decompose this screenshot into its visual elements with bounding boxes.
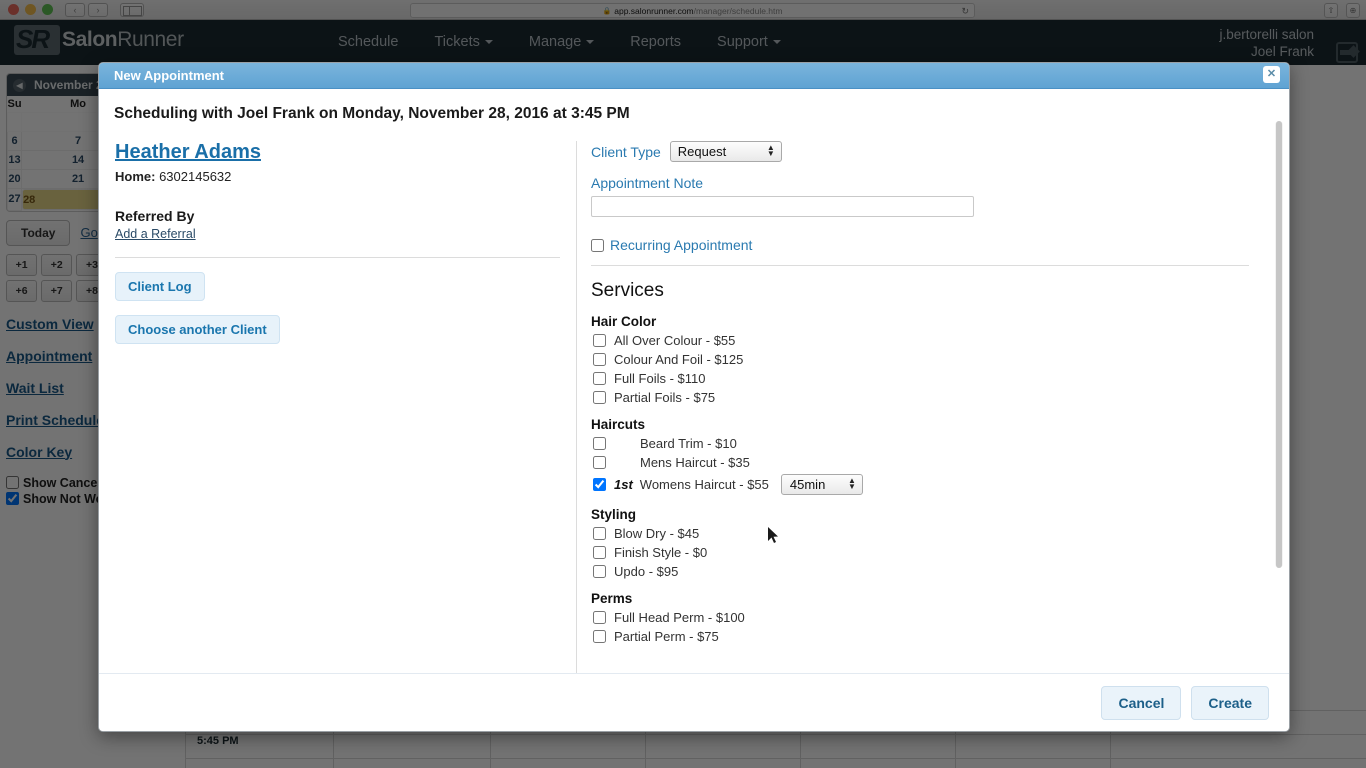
home-label: Home:	[115, 169, 155, 184]
service-duration-select[interactable]: 45min ▲▼	[781, 474, 863, 495]
service-label: Beard Trim - $10	[640, 436, 737, 451]
select-arrows-icon: ▲▼	[848, 478, 856, 490]
service-item: Beard Trim - $10	[591, 436, 1289, 451]
service-item: Updo - $95	[591, 564, 1289, 579]
scheduling-summary: Scheduling with Joel Frank on Monday, No…	[99, 89, 1289, 123]
service-checkbox[interactable]	[593, 546, 606, 559]
client-type-label: Client Type	[591, 144, 661, 160]
service-checkbox[interactable]	[593, 611, 606, 624]
service-group-heading: Styling	[591, 507, 1289, 522]
service-item: 1st Womens Haircut - $55 45min ▲▼	[591, 474, 1289, 495]
client-home-phone: Home: 6302145632	[115, 169, 576, 184]
create-button[interactable]: Create	[1191, 686, 1269, 720]
service-checkbox[interactable]	[593, 353, 606, 366]
service-item: Partial Foils - $75	[591, 390, 1289, 405]
select-arrows-icon: ▲▼	[767, 145, 775, 157]
client-name-link[interactable]: Heather Adams	[115, 141, 261, 164]
client-log-button[interactable]: Client Log	[115, 272, 205, 301]
add-referral-link[interactable]: Add a Referral	[115, 227, 196, 241]
referred-by-heading: Referred By	[115, 208, 576, 224]
appointment-form: Client Type Request ▲▼ Appointment Note …	[576, 141, 1289, 674]
service-label: Womens Haircut - $55	[640, 477, 769, 492]
service-checkbox[interactable]	[593, 565, 606, 578]
dialog-footer: Cancel Create	[99, 673, 1289, 731]
service-group-heading: Haircuts	[591, 417, 1289, 432]
service-item: Finish Style - $0	[591, 545, 1289, 560]
service-label: Full Foils - $110	[614, 371, 706, 386]
divider	[591, 265, 1249, 266]
recurring-appointment-checkbox[interactable]	[591, 239, 604, 252]
service-item: All Over Colour - $55	[591, 333, 1289, 348]
client-panel: Heather Adams Home: 6302145632 Referred …	[99, 141, 576, 674]
service-group-heading: Perms	[591, 591, 1289, 606]
dialog-title-bar: New Appointment ✕	[99, 63, 1289, 89]
service-label: Partial Foils - $75	[614, 390, 715, 405]
service-item: Partial Perm - $75	[591, 629, 1289, 644]
appointment-note-input[interactable]	[591, 196, 974, 217]
service-item: Full Foils - $110	[591, 371, 1289, 386]
service-label: Mens Haircut - $35	[640, 455, 750, 470]
service-label: Colour And Foil - $125	[614, 352, 743, 367]
service-label: Finish Style - $0	[614, 545, 707, 560]
service-label: Partial Perm - $75	[614, 629, 719, 644]
client-type-select[interactable]: Request ▲▼	[670, 141, 782, 162]
appointment-note-label: Appointment Note	[591, 175, 1289, 191]
dialog-body: Scheduling with Joel Frank on Monday, No…	[99, 89, 1289, 674]
service-item: Mens Haircut - $35	[591, 455, 1289, 470]
service-label: All Over Colour - $55	[614, 333, 735, 348]
service-order-badge: 1st	[614, 477, 633, 492]
service-group-heading: Hair Color	[591, 314, 1289, 329]
dialog-title: New Appointment	[114, 68, 224, 83]
services-list: Hair Color All Over Colour - $55 Colour An…	[591, 314, 1289, 644]
service-checkbox[interactable]	[593, 478, 606, 491]
service-item: Full Head Perm - $100	[591, 610, 1289, 625]
dialog-scrollbar[interactable]	[1275, 121, 1283, 568]
service-item: Blow Dry - $45	[591, 526, 1289, 541]
recurring-appointment-label[interactable]: Recurring Appointment	[610, 237, 752, 253]
recurring-row: Recurring Appointment	[591, 237, 1289, 253]
service-checkbox[interactable]	[593, 372, 606, 385]
service-checkbox[interactable]	[593, 437, 606, 450]
service-label: Blow Dry - $45	[614, 526, 699, 541]
choose-another-client-button[interactable]: Choose another Client	[115, 315, 280, 344]
home-value: 6302145632	[159, 169, 231, 184]
dialog-scrollbar-thumb[interactable]	[1276, 121, 1282, 568]
services-heading: Services	[591, 280, 1289, 302]
service-item: Colour And Foil - $125	[591, 352, 1289, 367]
service-label: Full Head Perm - $100	[614, 610, 745, 625]
service-checkbox[interactable]	[593, 334, 606, 347]
service-checkbox[interactable]	[593, 527, 606, 540]
new-appointment-dialog: New Appointment ✕ Scheduling with Joel F…	[98, 62, 1290, 732]
service-checkbox[interactable]	[593, 391, 606, 404]
cancel-button[interactable]: Cancel	[1101, 686, 1181, 720]
client-type-value: Request	[678, 144, 726, 159]
service-label: Updo - $95	[614, 564, 678, 579]
client-type-row: Client Type Request ▲▼	[591, 141, 1289, 162]
close-icon[interactable]: ✕	[1263, 66, 1280, 83]
service-checkbox[interactable]	[593, 456, 606, 469]
service-checkbox[interactable]	[593, 630, 606, 643]
service-duration-value: 45min	[790, 477, 825, 492]
